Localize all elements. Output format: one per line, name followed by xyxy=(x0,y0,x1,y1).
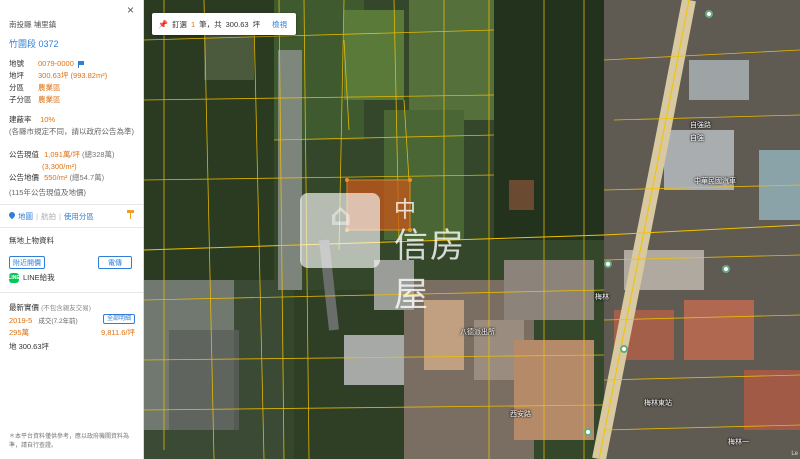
all-details-button[interactable]: 全部明細 xyxy=(102,314,135,324)
trade-area: 地 300.63坪 xyxy=(9,342,50,351)
line-share-label: LINE給我 xyxy=(23,273,55,282)
divider xyxy=(0,292,143,293)
trade-status: 成交(7.2年前) xyxy=(38,318,78,325)
disclaimer: ＊本平台資料僅供參考，應以政府機關資料為準，請自行查證。 xyxy=(9,434,130,449)
coverage-row: 建蔽率 10% xyxy=(9,114,55,125)
field-key: 地坪 xyxy=(9,71,24,81)
flag-icon[interactable] xyxy=(77,60,85,68)
summary-label-mid: 筆，共 xyxy=(199,19,222,29)
poi-marker-icon[interactable] xyxy=(604,260,612,268)
map-label: 自強 xyxy=(690,135,704,142)
trade-price: 295萬 xyxy=(9,328,30,337)
trade-unit-price: 9,811.6/坪 xyxy=(100,328,135,337)
map-label: 八德派出所 xyxy=(460,329,495,336)
watermark-logo: ⌂ 中 信房屋 xyxy=(300,188,496,315)
fax-button[interactable]: 電傳 xyxy=(98,256,132,269)
trade-date: 2019-5 xyxy=(9,315,33,325)
year-note: (115年公告現值及地價) xyxy=(9,188,86,197)
land-value-total: (總328萬) xyxy=(82,150,115,159)
land-price-key: 公告地價 xyxy=(9,173,39,182)
land-value-key: 公告現值 xyxy=(9,150,39,159)
poi-marker-icon[interactable] xyxy=(620,345,628,353)
land-price-main: 550/m² xyxy=(44,173,68,182)
pin-icon[interactable] xyxy=(126,210,135,220)
line-icon: LINE xyxy=(8,272,20,283)
divider xyxy=(0,204,143,205)
field-value: 農業區 xyxy=(38,82,61,92)
coverage-note: (各縣市規定不同，請以政府公告為準) xyxy=(9,127,134,136)
summary-unit: 坪 xyxy=(252,19,261,29)
view-button[interactable]: 檢視 xyxy=(272,19,287,30)
coverage-value: 10% xyxy=(40,115,56,124)
land-value-sqm: (3,300/m²) xyxy=(42,161,77,171)
map-credit: Le xyxy=(791,451,798,457)
summary-label: 釘選 xyxy=(171,19,187,29)
nearby-price-button[interactable]: 附近開價 xyxy=(9,256,45,269)
map-link[interactable]: 地圖 xyxy=(18,211,33,222)
parcel-title: 竹圍段 0372 xyxy=(9,39,59,49)
land-value-main: 1,091萬/坪 xyxy=(44,150,80,159)
trade-record: 2019-5 成交(7.2年前) 全部明細 295萬 9,811.6/坪 地 3… xyxy=(9,314,135,352)
map-label: 梅林一 xyxy=(728,439,749,446)
divider xyxy=(0,227,143,228)
map-label: 梅林 xyxy=(595,294,609,301)
land-price-total: (總54.7萬) xyxy=(69,173,105,182)
field-row: 地號 0079-0000 xyxy=(9,58,107,70)
field-row: 分區 農業區 xyxy=(9,82,107,94)
info-panel: × 南投縣 埔里鎮 竹圍段 0372 地號 0079-0000 地坪 300.6… xyxy=(0,0,144,459)
zoning-link[interactable]: 使用分區 xyxy=(64,211,94,222)
map-links: 地圖 | 航拍 | 使用分區 xyxy=(9,210,135,222)
poi-marker-icon[interactable] xyxy=(705,10,713,18)
summary-count: 1 xyxy=(190,19,196,29)
watermark-text: 信房屋 xyxy=(394,226,466,315)
field-value: 0079-0000 xyxy=(38,59,74,69)
field-key: 分區 xyxy=(9,82,24,92)
field-key: 地號 xyxy=(9,59,24,69)
map-label: 梅林東站 xyxy=(644,400,672,407)
field-row: 地坪 300.63坪 (993.82m²) xyxy=(9,70,107,82)
field-value: 農業區 xyxy=(38,94,61,104)
poi-marker-icon[interactable] xyxy=(584,428,592,436)
field-row: 子分區 農業區 xyxy=(9,93,107,105)
map-label: 自強路 xyxy=(690,122,711,129)
trades-subtitle: (不包含親友交易) xyxy=(41,305,91,312)
aerial-link[interactable]: 航拍 xyxy=(41,211,56,222)
watermark-icon: ⌂ xyxy=(330,198,352,233)
parcel-fields: 地號 0079-0000 地坪 300.63坪 (993.82m²) 分區 農業… xyxy=(9,58,107,105)
pinned-summary-bar: 📌 釘選 1 筆，共 300.63 坪 檢視 xyxy=(152,13,297,35)
location-text: 南投縣 埔里鎮 xyxy=(9,20,57,29)
line-share-button[interactable]: LINE LINE給我 xyxy=(8,272,55,283)
close-icon[interactable]: × xyxy=(127,4,134,16)
summary-area: 300.63 xyxy=(225,19,249,29)
field-key: 子分區 xyxy=(9,94,32,104)
price-block: 公告現值 1,091萬/坪 (總328萬) (3,300/m²) 公告地價 55… xyxy=(9,149,115,184)
trades-title: 最新實價 (不包含親友交易) xyxy=(9,303,91,312)
map-pin-icon xyxy=(9,212,16,221)
pushpin-icon: 📌 xyxy=(158,19,168,29)
no-building-text: 無地上物資料 xyxy=(9,236,54,245)
coverage-key: 建蔽率 xyxy=(9,115,32,124)
map-label: 中華民國汽車 xyxy=(694,178,736,185)
field-value: 300.63坪 (993.82m²) xyxy=(38,71,108,81)
poi-marker-icon[interactable] xyxy=(722,265,730,273)
map-label: 西安路 xyxy=(510,411,531,418)
